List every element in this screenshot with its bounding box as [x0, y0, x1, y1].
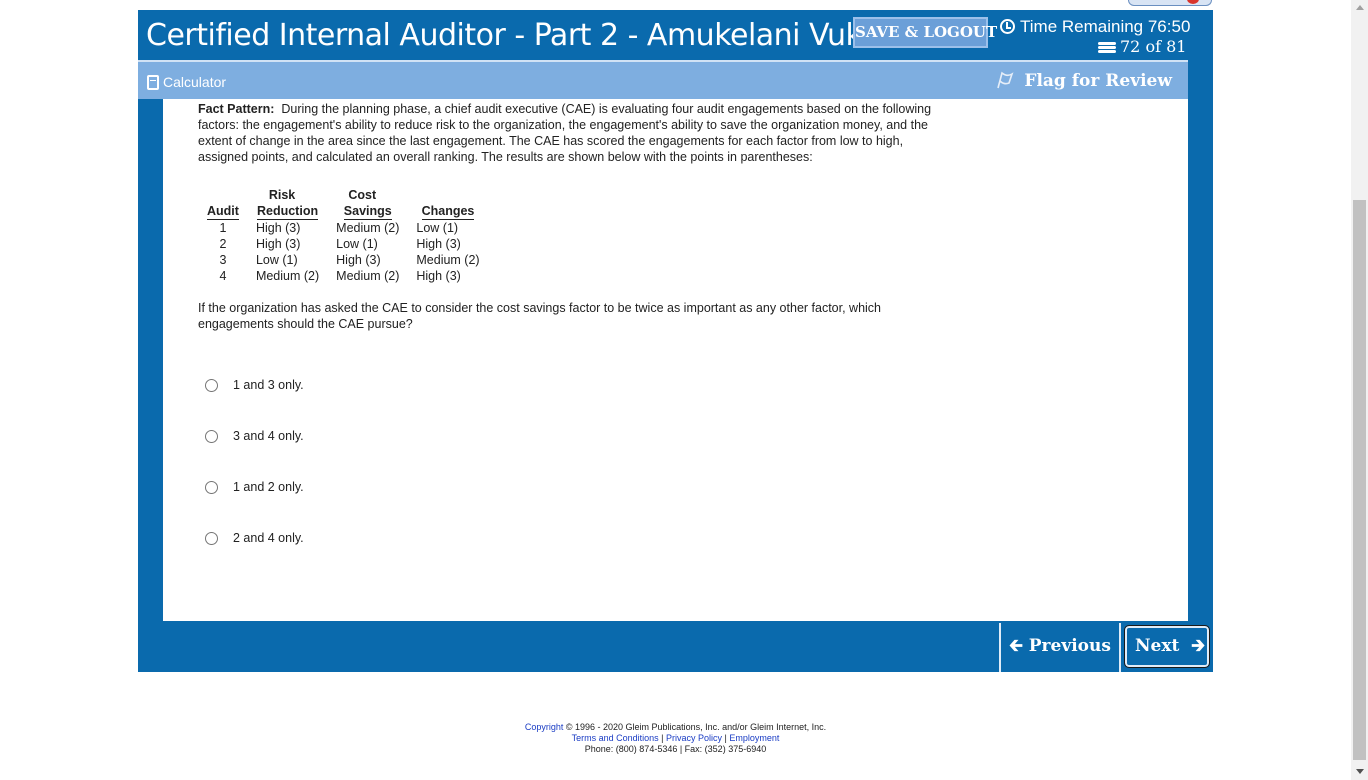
changes-cell: Medium (2) [416, 253, 480, 267]
header-cost-bottom: Savings [343, 204, 392, 220]
privacy-link[interactable]: Privacy Policy [666, 733, 722, 743]
cost-cell: High (3) [336, 253, 381, 267]
changes-cell: High (3) [416, 237, 461, 251]
question-counter-text: 72 of 81 [1120, 37, 1187, 56]
changes-cell: High (3) [416, 269, 461, 283]
flag-icon [997, 71, 1014, 89]
calculator-label: Calculator [163, 74, 227, 90]
fact-pattern-text: During the planning phase, a chief audit… [198, 102, 932, 164]
clock-icon [1000, 19, 1015, 34]
radio-button[interactable] [205, 379, 218, 392]
notification-dot [1187, 0, 1199, 4]
question-toolbar: Calculator Flag for Review [138, 60, 1188, 99]
question-stem: If the organization has asked the CAE to… [198, 301, 882, 331]
header-risk-top: Risk [268, 188, 296, 202]
fact-pattern: Fact Pattern: During the planning phase,… [198, 101, 938, 165]
table-row: 1 High (3) Medium (2) Low (1) [204, 220, 483, 236]
page-scrollbar[interactable] [1351, 0, 1368, 780]
answer-option-c[interactable]: 1 and 2 only. [205, 478, 505, 496]
copyright-footer: Copyright © 1996 - 2020 Gleim Publicatio… [0, 722, 1351, 755]
exam-title: Certified Internal Auditor - Part 2 - Am… [146, 18, 906, 53]
question-stack-icon [1098, 42, 1116, 53]
next-label: Next [1135, 636, 1180, 656]
top-partial-button[interactable] [1128, 0, 1212, 6]
previous-label: Previous [1028, 636, 1111, 656]
separator: | [658, 733, 666, 743]
table-row: 3 Low (1) High (3) Medium (2) [204, 252, 483, 268]
calculator-button[interactable]: Calculator [147, 74, 226, 90]
question-content: Fact Pattern: During the planning phase,… [163, 99, 1188, 621]
terms-link[interactable]: Terms and Conditions [572, 733, 659, 743]
cost-cell: Low (1) [336, 237, 378, 251]
navigation-bar: 🡰 Previous Next 🡲 [138, 623, 1213, 672]
save-logout-button[interactable]: SAVE & LOGOUT [853, 17, 997, 48]
audit-cell: 2 [219, 237, 227, 251]
answer-label[interactable]: 1 and 3 only. [233, 376, 304, 394]
risk-cell: High (3) [255, 221, 301, 235]
copyright-text: © 1996 - 2020 Gleim Publications, Inc. a… [563, 722, 827, 732]
risk-cell: Medium (2) [255, 269, 320, 283]
table-row: 4 Medium (2) Medium (2) High (3) [204, 268, 483, 284]
audit-cell: 3 [219, 253, 227, 267]
changes-cell: Low (1) [416, 221, 459, 235]
scroll-up-icon[interactable] [1356, 5, 1364, 10]
header-audit: Audit [207, 204, 239, 220]
arrow-right-icon: 🡲 [1191, 636, 1205, 656]
exam-frame: Certified Internal Auditor - Part 2 - Am… [138, 10, 1213, 672]
cost-cell: Medium (2) [336, 221, 400, 235]
exam-header: Certified Internal Auditor - Part 2 - Am… [138, 10, 1213, 60]
employment-link[interactable]: Employment [729, 733, 779, 743]
audit-cell: 4 [219, 269, 227, 283]
risk-cell: High (3) [255, 237, 301, 251]
previous-button[interactable]: 🡰 Previous [999, 623, 1121, 672]
scores-table: Risk Cost Audit Reduction Savings Change… [204, 187, 483, 284]
flag-for-review-button[interactable]: Flag for Review [996, 71, 1172, 91]
header-risk-bottom: Reduction [256, 204, 319, 220]
contact-info: Phone: (800) 874-5346 | Fax: (352) 375-6… [584, 744, 767, 754]
calculator-icon [147, 75, 159, 90]
audit-cell: 1 [219, 221, 227, 235]
answer-label[interactable]: 1 and 2 only. [233, 478, 304, 496]
radio-button[interactable] [205, 430, 218, 443]
fact-pattern-label: Fact Pattern: [198, 102, 275, 116]
flag-for-review-label: Flag for Review [1024, 71, 1172, 91]
table-row: 2 High (3) Low (1) High (3) [204, 236, 483, 252]
next-button[interactable]: Next 🡲 [1124, 625, 1210, 668]
question-counter: 72 of 81 [1098, 37, 1187, 56]
answer-option-b[interactable]: 3 and 4 only. [205, 427, 505, 445]
arrow-left-icon: 🡰 [1009, 636, 1023, 656]
risk-cell: Low (1) [255, 253, 298, 267]
cost-cell: Medium (2) [336, 269, 400, 283]
time-remaining: Time Remaining 76:50 [1000, 17, 1190, 37]
answer-option-a[interactable]: 1 and 3 only. [205, 376, 505, 394]
header-changes: Changes [421, 204, 475, 220]
time-remaining-text: Time Remaining 76:50 [1020, 17, 1191, 36]
copyright-link[interactable]: Copyright [525, 722, 564, 732]
scrollbar-thumb[interactable] [1353, 200, 1366, 760]
answer-option-d[interactable]: 2 and 4 only. [205, 529, 505, 547]
radio-button[interactable] [205, 481, 218, 494]
answer-label[interactable]: 3 and 4 only. [233, 427, 304, 445]
radio-button[interactable] [205, 532, 218, 545]
answer-label[interactable]: 2 and 4 only. [233, 529, 304, 547]
header-cost-top: Cost [348, 188, 377, 202]
scroll-down-icon[interactable] [1356, 769, 1364, 774]
